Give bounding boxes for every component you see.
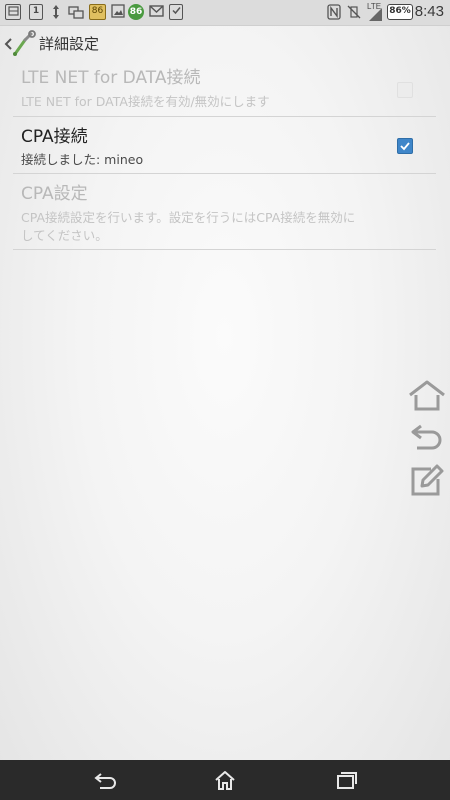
badge-86-a: 86 <box>89 4 106 20</box>
battery-icon: 86% <box>387 4 413 20</box>
floating-undo-button[interactable] <box>407 420 447 456</box>
pref-cpa-settings-summary-line1: CPA接続設定を行います。設定を行うにはCPA接続を無効に <box>21 210 356 225</box>
home-outline-icon <box>409 380 445 411</box>
pref-cpa-settings[interactable]: CPA設定 CPA接続設定を行います。設定を行うにはCPA接続を無効に してくだ… <box>13 174 436 250</box>
clock: 8:43 <box>414 3 444 20</box>
home-icon <box>215 771 235 790</box>
pref-cpa-settings-title: CPA設定 <box>21 184 88 204</box>
back-icon <box>94 773 116 789</box>
page-title: 詳細設定 <box>39 35 100 53</box>
navigation-bar <box>0 760 450 800</box>
nav-recent-apps-button[interactable] <box>330 768 362 792</box>
pref-cpa-settings-summary-line2: してください。 <box>21 228 108 243</box>
floating-home-button[interactable] <box>407 378 447 414</box>
floating-edit-button[interactable] <box>407 462 447 498</box>
checkmark-icon <box>400 142 410 151</box>
pref-lte-net-data-title: LTE NET for DATA接続 <box>21 68 201 88</box>
edit-note-icon <box>411 464 444 496</box>
pref-cpa-connection[interactable]: CPA接続 接続しました: mineo <box>13 117 436 174</box>
screen-mirror-icon <box>68 4 84 20</box>
image-icon <box>111 4 125 20</box>
action-bar: 詳細設定 <box>0 26 450 62</box>
up-navigation-button[interactable]: 詳細設定 <box>0 26 110 62</box>
calendar-icon: 1 <box>29 4 43 20</box>
vibrate-mute-icon <box>347 4 361 20</box>
status-bar: 1 86 86 LTE 86% 8:43 <box>0 0 450 26</box>
nav-back-button[interactable] <box>89 768 121 792</box>
signal-icon <box>367 6 383 22</box>
pref-lte-net-data-summary: LTE NET for DATA接続を有効/無効にします <box>21 94 270 109</box>
nfc-icon <box>327 4 341 20</box>
checkbox-notification-icon <box>169 4 183 20</box>
pref-cpa-connection-summary: 接続しました: mineo <box>21 152 144 167</box>
recent-apps-icon <box>337 772 357 789</box>
mail-icon <box>149 4 164 20</box>
cpa-connection-checkbox[interactable] <box>397 138 413 154</box>
data-transfer-icon <box>51 4 61 20</box>
lte-net-data-checkbox[interactable] <box>397 82 413 98</box>
undo-icon <box>411 424 442 450</box>
nav-home-button[interactable] <box>209 768 241 792</box>
sim-card-icon <box>5 4 21 20</box>
pref-lte-net-data[interactable]: LTE NET for DATA接続 LTE NET for DATA接続を有効… <box>13 64 436 117</box>
pref-cpa-connection-title: CPA接続 <box>21 127 88 147</box>
badge-86-b: 86 <box>128 4 144 20</box>
settings-app-icon <box>13 30 36 56</box>
